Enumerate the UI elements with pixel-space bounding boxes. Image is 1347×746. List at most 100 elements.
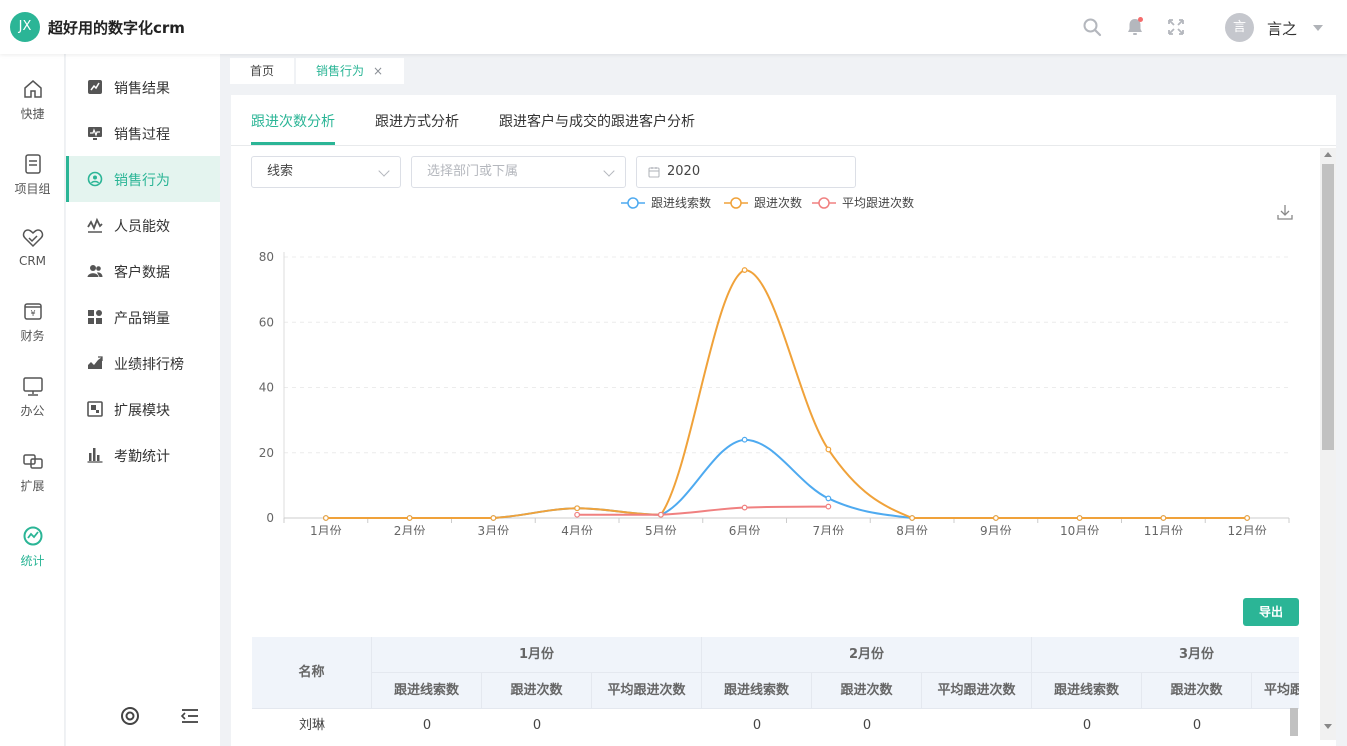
x-tick-label: 6月份 (729, 524, 761, 535)
page-tab-home[interactable]: 首页 (230, 58, 294, 84)
table-subheader: 跟进线索数 (1032, 673, 1142, 709)
table-subheader: 平均跟进次数 (592, 673, 702, 709)
rail-label: 快捷 (20, 107, 45, 121)
page-scrollbar[interactable] (1320, 148, 1336, 740)
department-select-placeholder: 选择部门或下属 (427, 164, 519, 179)
page-tab-sales-behavior[interactable]: 销售行为 × (296, 58, 404, 84)
year-picker[interactable]: 2020 (636, 156, 856, 188)
menu-item-product[interactable]: 产品销量 (66, 294, 220, 340)
table-subheader: 平均跟 (1252, 673, 1299, 709)
table-subheader: 跟进线索数 (702, 673, 812, 709)
data-point (825, 503, 832, 510)
table-header-month: 2月份 (702, 637, 1032, 673)
menu-item-sales-behavior[interactable]: 销售行为 (66, 156, 220, 202)
data-point (741, 504, 748, 511)
y-tick-label: 0 (266, 511, 274, 525)
menu-item-label: 人员能效 (114, 219, 170, 235)
chevron-down-icon[interactable] (1313, 25, 1323, 31)
fullscreen-icon[interactable] (1166, 17, 1186, 37)
menu-item-label: 考勤统计 (114, 449, 170, 465)
attendance-icon (87, 448, 103, 463)
line-chart: 0 20 40 60 80 1月份 2月份 3月份 4月份 5月份 6月份 7月份 8月份 9月份 10月份… (259, 195, 1290, 538)
sales-process-icon (88, 127, 102, 140)
tab-follow-count[interactable]: 跟进次数分析 (251, 111, 335, 131)
x-tick-label: 11月份 (1144, 524, 1183, 535)
table-cell-name: 刘琳 (298, 718, 325, 733)
legend-swatch-marker (627, 197, 639, 209)
scrollbar-thumb[interactable] (1322, 164, 1334, 450)
y-tick-label: 80 (259, 250, 274, 264)
tab-follow-method[interactable]: 跟进方式分析 (375, 111, 459, 131)
menu-item-ranking[interactable]: 业绩排行榜 (66, 340, 220, 386)
type-select-value: 线索 (267, 164, 294, 179)
data-point (1076, 515, 1083, 521)
chevron-down-icon (603, 165, 615, 177)
legend-swatch-marker (818, 197, 830, 209)
x-tick-label: 9月份 (980, 524, 1012, 535)
close-icon[interactable]: × (373, 64, 383, 78)
avatar[interactable]: 言 (1225, 13, 1254, 42)
menu-item-module[interactable]: 扩展模块 (66, 386, 220, 432)
app-title: 超好用的数字化crm (48, 19, 185, 37)
stats-table: 名称 1月份 2月份 3月份 跟进线索数 跟进次数 平均跟进次数 跟进线索数 跟… (252, 637, 1299, 737)
rail-label: 财务 (20, 329, 45, 343)
data-point (825, 446, 832, 453)
data-point (406, 515, 413, 521)
type-select[interactable]: 线索 (251, 156, 401, 188)
secondary-menu: 销售结果 销售过程 销售行为 人员能效 客户数据 产品销量 业绩排行榜 扩展模块… (66, 54, 220, 746)
customer-icon (87, 265, 103, 277)
export-button[interactable]: 导出 (1243, 598, 1299, 626)
menu-item-label: 销售行为 (114, 173, 170, 189)
legend-swatch-marker (730, 197, 742, 209)
table-header-month: 1月份 (372, 637, 702, 673)
data-point (909, 515, 916, 521)
menu-item-customer[interactable]: 客户数据 (66, 248, 220, 294)
product-icon (88, 310, 102, 324)
department-select[interactable]: 选择部门或下属 (411, 156, 626, 188)
page-tab-label: 销售行为 (316, 64, 365, 78)
table-cell: 0 (422, 718, 432, 733)
table-scrollbar-thumb[interactable] (1290, 708, 1298, 736)
bell-icon[interactable] (1125, 17, 1145, 37)
rail-item-project[interactable]: 项目组 (0, 153, 65, 213)
username[interactable]: 言之 (1267, 18, 1297, 39)
menu-item-efficiency[interactable]: 人员能效 (66, 202, 220, 248)
sales-behavior-icon (87, 171, 103, 187)
menu-item-sales-process[interactable]: 销售过程 (66, 110, 220, 156)
scroll-down-arrow-icon[interactable] (1324, 724, 1332, 729)
app-logo: JX (10, 12, 40, 42)
x-tick-label: 4月份 (561, 524, 593, 535)
series-line (325, 269, 1248, 519)
search-icon[interactable] (1082, 17, 1102, 37)
collapse-menu-icon[interactable] (179, 705, 201, 727)
y-tick-label: 20 (259, 446, 274, 460)
tab-follow-deal[interactable]: 跟进客户与成交的跟进客户分析 (499, 111, 695, 131)
rail-item-crm[interactable]: CRM (0, 227, 65, 287)
settings-target-icon[interactable] (119, 705, 141, 727)
follow-count-chart: 0 20 40 60 80 1月份 2月份 3月份 4月份 5月份 6月份 7月份 8月份 9月份 10月份… (251, 195, 1311, 538)
rail-item-stats[interactable]: 统计 (0, 525, 65, 585)
data-point (992, 515, 999, 521)
monitor-icon (22, 377, 43, 396)
menu-item-sales-result[interactable]: 销售结果 (66, 64, 220, 110)
chart-circle-icon (23, 526, 42, 546)
table-cell (592, 709, 702, 737)
menu-item-label: 客户数据 (114, 265, 170, 281)
x-tick-label: 12月份 (1227, 524, 1266, 535)
table-header-month: 3月份 (1032, 637, 1299, 673)
legend-label: 跟进线索数 (651, 195, 711, 210)
rail-item-office[interactable]: 办公 (0, 375, 65, 435)
rail-item-quick[interactable]: 快捷 (0, 78, 65, 138)
scroll-up-arrow-icon[interactable] (1324, 152, 1332, 157)
x-tick-label: 8月份 (896, 524, 928, 535)
data-point (1160, 515, 1167, 521)
rail-item-extend[interactable]: 扩展 (0, 450, 65, 510)
x-tick-label: 3月份 (478, 524, 510, 535)
table-subheader: 平均跟进次数 (922, 673, 1032, 709)
data-point (574, 511, 581, 518)
menu-item-label: 扩展模块 (114, 403, 170, 419)
rail-item-finance[interactable]: ¥ 财务 (0, 300, 65, 360)
menu-item-attendance[interactable]: 考勤统计 (66, 432, 220, 478)
x-tick-label: 1月份 (310, 524, 342, 535)
table-header-name: 名称 (252, 637, 372, 709)
